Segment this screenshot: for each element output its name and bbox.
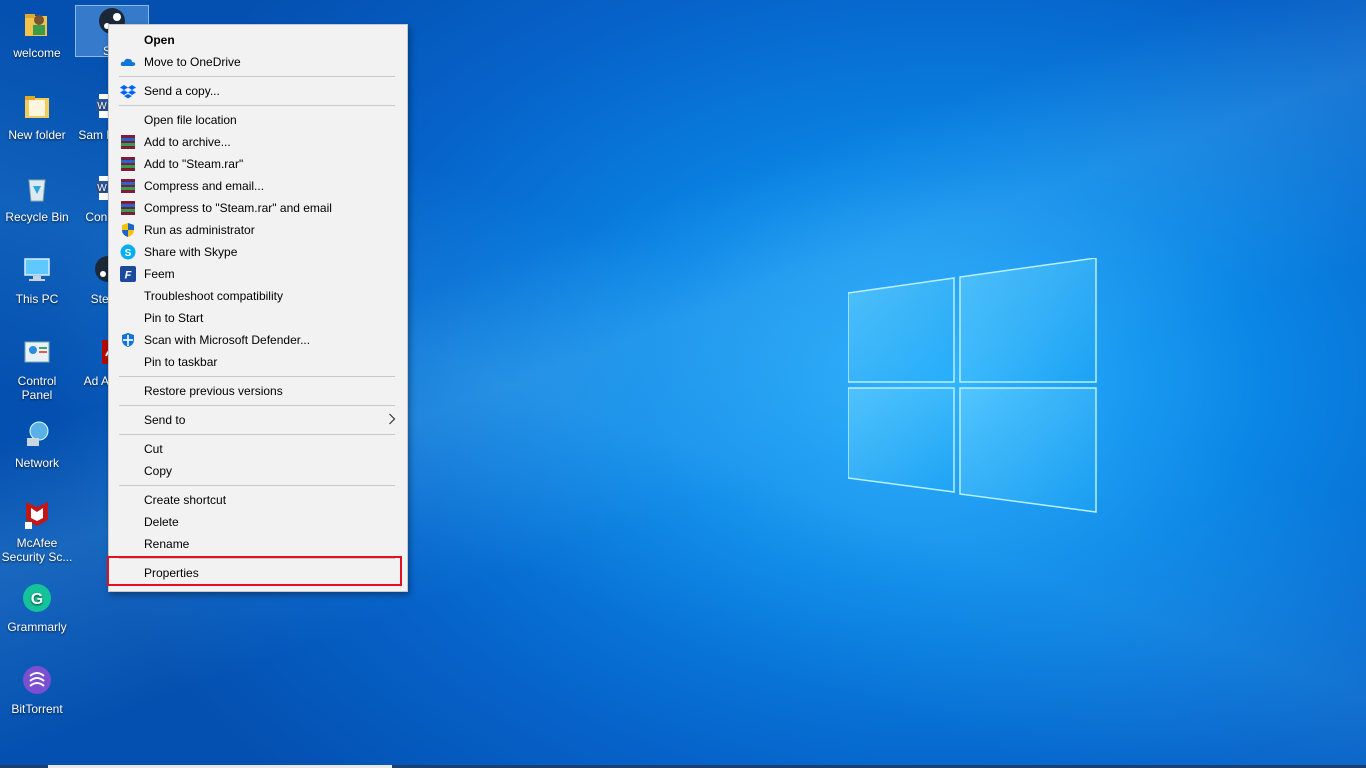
menu-item-pin-to-taskbar[interactable]: Pin to taskbar xyxy=(110,351,406,373)
menu-item-send-to[interactable]: Send to xyxy=(110,409,406,431)
network-icon xyxy=(27,421,49,446)
menu-item-label: Add to "Steam.rar" xyxy=(144,157,244,171)
menu-item-add-to-steam-rar[interactable]: Add to "Steam.rar" xyxy=(110,153,406,175)
desktop-icon-recycle-bin[interactable]: Recycle Bin xyxy=(1,172,73,224)
skype-icon: S xyxy=(120,244,136,260)
menu-separator xyxy=(119,376,395,377)
desktop-icon-welcome[interactable]: welcome xyxy=(1,8,73,60)
menu-item-label: Compress and email... xyxy=(144,179,265,193)
menu-item-label: Run as administrator xyxy=(144,223,255,237)
menu-separator xyxy=(119,76,395,77)
menu-item-feem[interactable]: F Feem xyxy=(110,263,406,285)
desktop-icon-network[interactable]: Network xyxy=(1,418,73,470)
menu-item-label: Open xyxy=(144,33,175,47)
menu-separator xyxy=(119,105,395,106)
desktop-icon-label: New folder xyxy=(8,128,66,142)
menu-item-compress-and-email[interactable]: Compress and email... xyxy=(110,175,406,197)
dropbox-icon xyxy=(120,85,136,99)
menu-item-create-shortcut[interactable]: Create shortcut xyxy=(110,489,406,511)
menu-item-label: Cut xyxy=(144,442,163,456)
menu-item-troubleshoot-compatibility[interactable]: Troubleshoot compatibility xyxy=(110,285,406,307)
mcafee-icon xyxy=(25,502,48,529)
menu-item-add-to-archive[interactable]: Add to archive... xyxy=(110,131,406,153)
menu-separator xyxy=(119,405,395,406)
desktop-icon-label: BitTorrent xyxy=(11,702,63,716)
desktop-icon-label: Grammarly xyxy=(7,620,67,634)
desktop-icon-bittorrent[interactable]: BitTorrent xyxy=(1,664,73,716)
menu-item-label: Send to xyxy=(144,413,186,427)
recycle-bin-icon xyxy=(28,179,46,202)
menu-item-compress-to-steam-rar-and-email[interactable]: Compress to "Steam.rar" and email xyxy=(110,197,406,219)
uac-shield-icon xyxy=(122,223,134,237)
chevron-right-icon xyxy=(389,413,396,425)
menu-item-rename[interactable]: Rename xyxy=(110,533,406,555)
desktop-icon-new-folder[interactable]: New folder xyxy=(1,90,73,142)
menu-item-delete[interactable]: Delete xyxy=(110,511,406,533)
menu-item-label: Open file location xyxy=(144,113,237,127)
desktop-icon-label: Control Panel xyxy=(17,374,57,402)
menu-item-pin-to-start[interactable]: Pin to Start xyxy=(110,307,406,329)
properties-highlight-box xyxy=(107,556,402,586)
desktop-icon-label: McAfee Security Sc... xyxy=(1,536,73,564)
desktop-icon-label: This PC xyxy=(15,292,59,306)
svg-text:W: W xyxy=(97,183,107,194)
menu-item-cut[interactable]: Cut xyxy=(110,438,406,460)
bittorrent-icon xyxy=(23,666,51,694)
menu-item-scan-with-defender[interactable]: Scan with Microsoft Defender... xyxy=(110,329,406,351)
menu-item-label: Delete xyxy=(144,515,179,529)
control-panel-icon xyxy=(24,341,50,363)
menu-item-label: Send a copy... xyxy=(144,84,220,98)
winrar-icon xyxy=(121,179,135,193)
menu-item-label: Rename xyxy=(144,537,190,551)
winrar-icon xyxy=(121,157,135,171)
menu-item-label: Move to OneDrive xyxy=(144,55,241,69)
menu-item-run-as-administrator[interactable]: Run as administrator xyxy=(110,219,406,241)
menu-item-open[interactable]: Open xyxy=(110,29,406,51)
defender-icon xyxy=(122,333,134,347)
menu-item-label: Pin to Start xyxy=(144,311,204,325)
grammarly-icon: G xyxy=(23,584,51,612)
menu-item-label: Restore previous versions xyxy=(144,384,283,398)
menu-item-label: Feem xyxy=(144,267,175,281)
user-folder-icon xyxy=(25,14,47,36)
svg-text:G: G xyxy=(31,591,43,608)
computer-icon xyxy=(24,258,50,281)
desktop-icon-control-panel[interactable]: Control Panel xyxy=(1,336,73,402)
menu-item-send-a-copy[interactable]: Send a copy... xyxy=(110,80,406,102)
onedrive-icon xyxy=(120,58,136,66)
folder-icon xyxy=(25,96,49,118)
svg-text:W: W xyxy=(97,101,107,112)
menu-separator xyxy=(119,485,395,486)
desktop-icon-mcafee[interactable]: McAfee Security Sc... xyxy=(1,498,73,564)
feem-icon: F xyxy=(120,266,136,282)
menu-item-share-with-skype[interactable]: S Share with Skype xyxy=(110,241,406,263)
menu-separator xyxy=(119,434,395,435)
windows-logo-wallpaper xyxy=(848,258,1097,513)
winrar-icon xyxy=(121,135,135,149)
desktop-icon-label: Network xyxy=(14,456,59,470)
desktop-icon-label: welcome xyxy=(13,46,61,60)
menu-item-label: Compress to "Steam.rar" and email xyxy=(144,201,332,215)
menu-item-label: Troubleshoot compatibility xyxy=(144,289,283,303)
svg-text:F: F xyxy=(125,270,132,282)
menu-item-label: Pin to taskbar xyxy=(144,355,218,369)
menu-item-label: Scan with Microsoft Defender... xyxy=(144,333,311,347)
desktop-icon-label: Recycle Bin xyxy=(5,210,69,224)
context-menu: Open Move to OneDrive Send a copy... Ope… xyxy=(108,24,408,592)
svg-text:S: S xyxy=(125,248,132,259)
desktop-icon-this-pc[interactable]: This PC xyxy=(1,254,73,306)
menu-item-move-to-onedrive[interactable]: Move to OneDrive xyxy=(110,51,406,73)
desktop-icon-grammarly[interactable]: G Grammarly xyxy=(1,582,73,634)
menu-item-restore-previous-versions[interactable]: Restore previous versions xyxy=(110,380,406,402)
menu-item-open-file-location[interactable]: Open file location xyxy=(110,109,406,131)
menu-item-label: Copy xyxy=(144,464,173,478)
menu-item-label: Add to archive... xyxy=(144,135,231,149)
winrar-icon xyxy=(121,201,135,215)
menu-item-label: Create shortcut xyxy=(144,493,227,507)
menu-item-copy[interactable]: Copy xyxy=(110,460,406,482)
menu-item-label: Share with Skype xyxy=(144,245,238,259)
